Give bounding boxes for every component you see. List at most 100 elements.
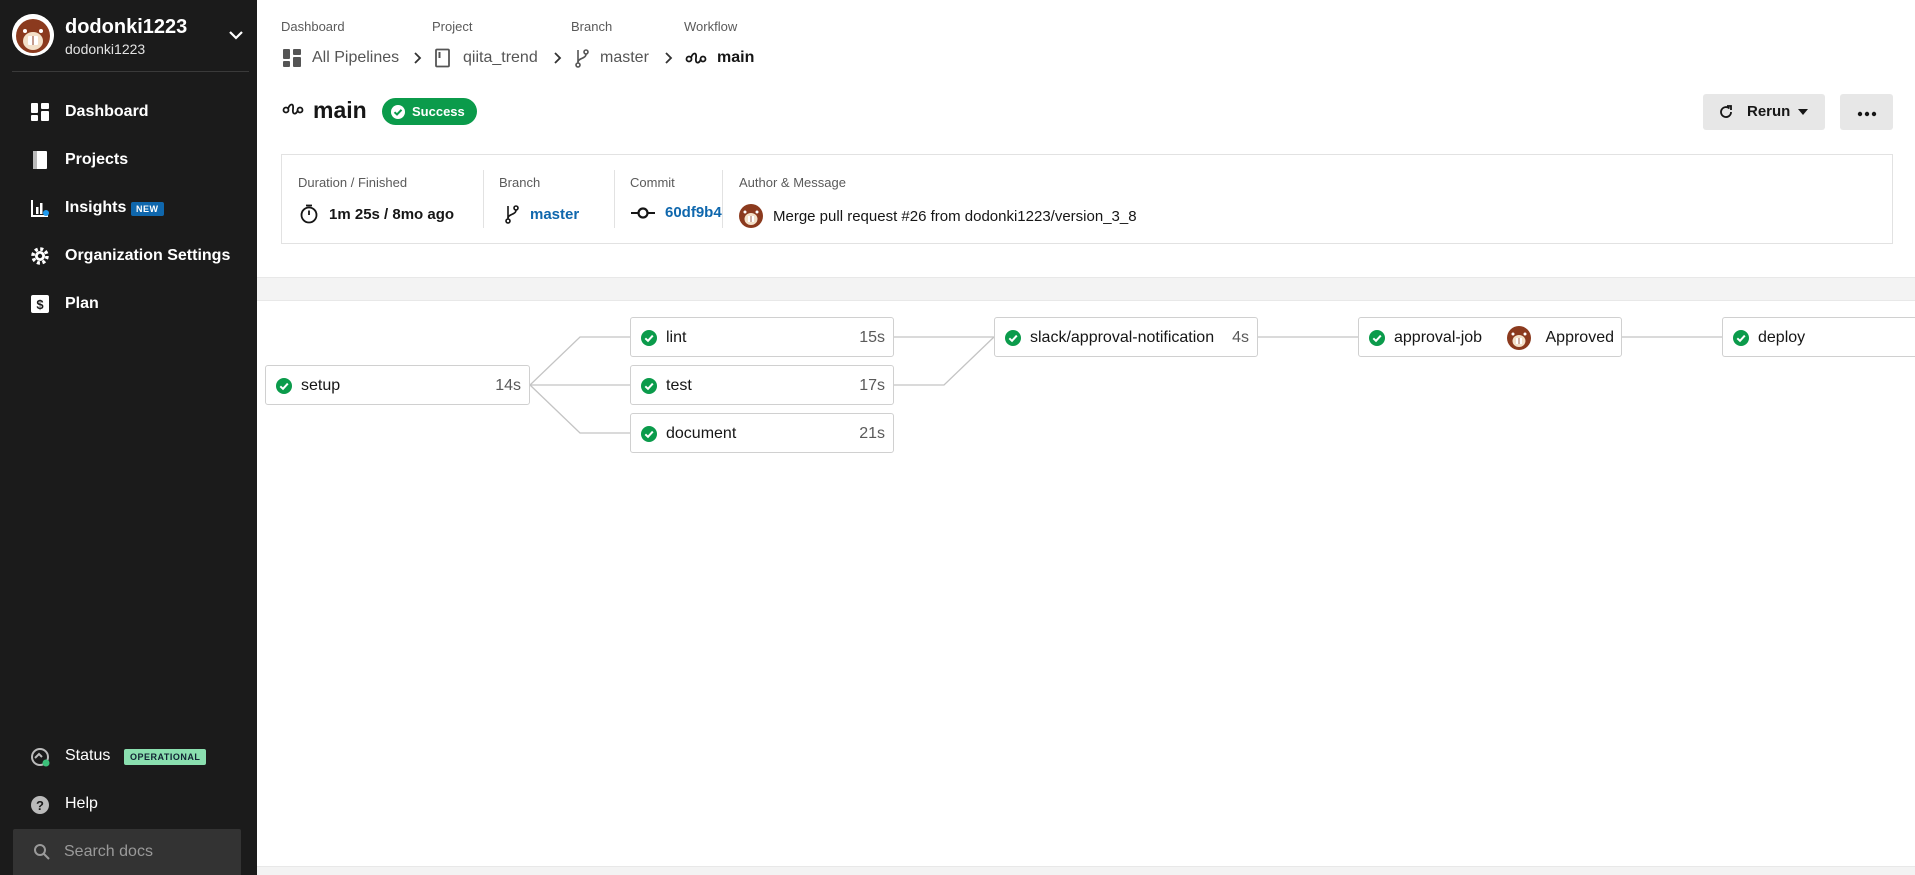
breadcrumb-text: qiita_trend <box>463 49 538 66</box>
rerun-button[interactable]: Rerun <box>1703 94 1825 130</box>
section-divider <box>257 277 1915 301</box>
job-duration: 14s <box>495 377 521 394</box>
page-title: main <box>313 97 367 123</box>
breadcrumb-text: master <box>600 49 649 66</box>
breadcrumb-workflow[interactable]: main <box>685 46 754 70</box>
branch-link[interactable]: master <box>530 206 579 223</box>
approver-avatar <box>1507 326 1531 350</box>
org-subname: dodonki1223 <box>65 41 146 57</box>
rerun-label: Rerun <box>1747 103 1791 120</box>
org-switcher[interactable]: dodonki1223 dodonki1223 <box>12 12 249 72</box>
repo-icon <box>433 48 453 68</box>
approval-status: Approved <box>1545 329 1615 346</box>
workflow-icon <box>685 50 707 66</box>
workflow-icon <box>282 103 304 115</box>
breadcrumb-branch[interactable]: master <box>574 46 649 70</box>
commit-label: Commit <box>630 175 675 190</box>
breadcrumb-label-workflow: Workflow <box>684 19 738 34</box>
dashboard-icon <box>31 103 49 121</box>
sidebar-item-label: Dashboard <box>65 103 149 120</box>
divider <box>483 170 484 228</box>
commit-message: Merge pull request #26 from dodonki1223/… <box>773 207 1137 225</box>
check-circle-icon <box>1005 330 1021 346</box>
sidebar-item-organization-settings[interactable]: Organization Settings <box>0 236 257 276</box>
check-circle-icon <box>641 426 657 442</box>
check-circle-icon <box>390 104 406 120</box>
dollar-icon: $ <box>31 295 49 313</box>
check-circle-icon <box>1733 330 1749 346</box>
breadcrumb-label-branch: Branch <box>571 19 613 34</box>
chevron-down-icon[interactable] <box>227 26 245 44</box>
job-approval[interactable]: approval-job Approved <box>1358 317 1622 357</box>
status-icon <box>31 748 50 767</box>
commit-link[interactable]: 60df9b4 <box>665 204 722 221</box>
breadcrumb-label-project: Project <box>432 19 473 34</box>
status-label: Status <box>65 747 111 764</box>
branch-icon <box>504 204 520 224</box>
breadcrumb-project[interactable]: qiita_trend <box>433 46 538 70</box>
horizontal-scrollbar[interactable] <box>257 866 1915 875</box>
author-value: Merge pull request #26 from dodonki1223/… <box>739 204 1137 228</box>
breadcrumb-all-pipelines[interactable]: All Pipelines <box>282 46 399 70</box>
sidebar-item-label: Insights <box>65 199 127 216</box>
breadcrumb-text: main <box>717 49 755 66</box>
job-duration: 21s <box>859 425 885 442</box>
job-name: approval-job <box>1394 329 1483 346</box>
branch-icon <box>574 48 590 68</box>
status-badge: Success <box>382 98 477 125</box>
author-label: Author & Message <box>739 175 846 190</box>
sidebar-item-dashboard[interactable]: Dashboard <box>0 92 257 132</box>
more-options-button[interactable] <box>1840 94 1893 130</box>
workflow-graph-edges <box>529 336 1722 434</box>
sidebar-item-label: Plan <box>65 295 99 312</box>
new-badge: NEW <box>131 202 164 216</box>
refresh-icon <box>1720 105 1732 118</box>
gear-icon <box>31 247 49 265</box>
commit-value[interactable]: 60df9b4 <box>615 204 722 221</box>
check-circle-icon <box>641 378 657 394</box>
job-deploy[interactable]: deploy <box>1722 317 1915 357</box>
workflow-info-panel: Duration / Finished 1m 25s / 8mo ago Bra… <box>281 154 1893 244</box>
job-name: slack/approval-notification <box>1030 329 1215 346</box>
status-badge-label: Success <box>412 104 465 119</box>
branch-value[interactable]: master <box>504 204 579 224</box>
help-icon: ? <box>31 796 49 814</box>
sidebar-item-label: Projects <box>65 151 129 168</box>
breadcrumb-label-dashboard: Dashboard <box>281 19 345 34</box>
breadcrumb-text: All Pipelines <box>312 49 400 66</box>
insights-icon <box>31 200 49 217</box>
sidebar-item-status[interactable]: Status OPERATIONAL <box>0 744 257 770</box>
sidebar-item-plan[interactable]: $ Plan <box>0 284 257 324</box>
svg-text:$: $ <box>36 297 44 312</box>
search-icon <box>34 844 50 860</box>
help-label: Help <box>65 795 98 812</box>
sidebar-item-insights[interactable]: Insights NEW <box>0 188 257 228</box>
operational-badge: OPERATIONAL <box>124 749 207 765</box>
job-name: setup <box>301 377 341 394</box>
more-horizontal-icon <box>1857 111 1876 116</box>
pipelines-icon <box>282 48 302 68</box>
duration-text: 1m 25s / 8mo ago <box>329 205 455 223</box>
org-avatar <box>12 14 54 56</box>
job-setup[interactable]: setup 14s <box>265 365 530 405</box>
search-docs[interactable] <box>13 829 241 875</box>
branch-label: Branch <box>499 175 541 190</box>
job-test[interactable]: test 17s <box>630 365 894 405</box>
search-input[interactable] <box>64 840 234 864</box>
caret-down-icon <box>1798 109 1808 115</box>
job-lint[interactable]: lint 15s <box>630 317 894 357</box>
sidebar: dodonki1223 dodonki1223 Dashboard Projec… <box>0 0 257 875</box>
author-avatar <box>739 204 763 228</box>
check-circle-icon <box>276 378 292 394</box>
sidebar-item-projects[interactable]: Projects <box>0 140 257 180</box>
job-duration: 15s <box>859 329 885 346</box>
job-slack-approval-notification[interactable]: slack/approval-notification 4s <box>994 317 1258 357</box>
job-name: document <box>666 425 737 442</box>
duration-label: Duration / Finished <box>298 175 408 190</box>
job-duration: 4s <box>1232 329 1249 346</box>
commit-icon <box>631 206 655 220</box>
divider <box>722 170 723 228</box>
job-document[interactable]: document 21s <box>630 413 894 453</box>
sidebar-item-help[interactable]: ? Help <box>0 792 257 818</box>
job-name: test <box>666 377 692 394</box>
